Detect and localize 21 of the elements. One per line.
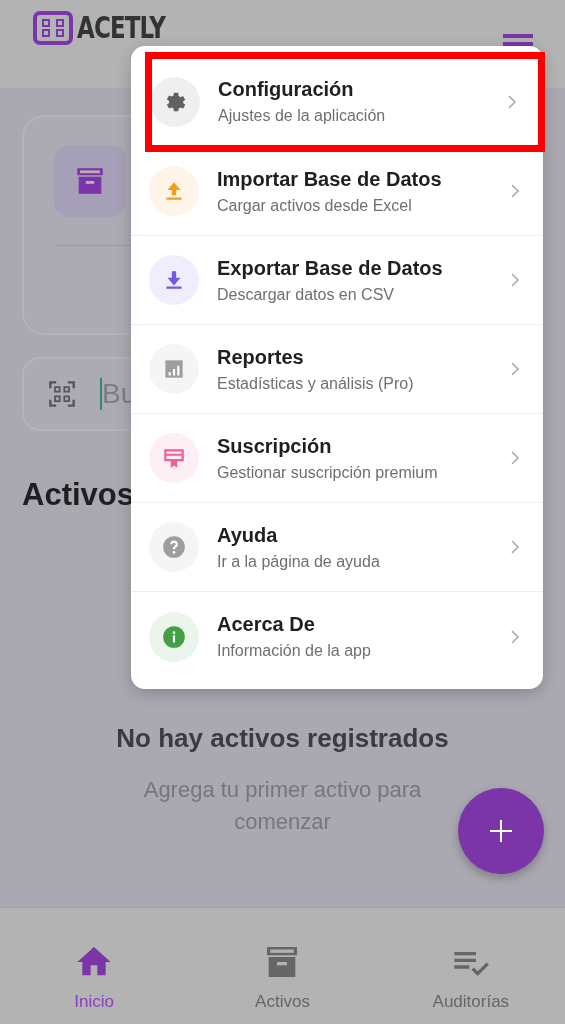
plus-icon <box>488 818 514 844</box>
chevron-icon <box>509 450 521 466</box>
logo-icon <box>33 10 73 45</box>
empty-title: No hay activos registrados <box>116 723 449 754</box>
archive-icon <box>54 145 126 217</box>
chevron-icon <box>509 361 521 377</box>
menu-item[interactable]: Configuración Ajustes de la aplicación <box>150 57 540 147</box>
menu-item[interactable]: Importar Base de Datos Cargar activos desde Excel <box>131 147 543 236</box>
menu-item[interactable]: Exportar Base de Datos Descargar datos en CSV <box>131 236 543 325</box>
app-logo: ACETLY <box>77 10 166 45</box>
chevron-icon <box>509 272 521 288</box>
chevron-icon <box>509 183 521 199</box>
chevron-icon <box>509 628 521 645</box>
menu-item[interactable]: Acerca De Información de la app <box>131 592 543 681</box>
scan-icon <box>48 380 76 408</box>
add-button[interactable] <box>458 788 544 874</box>
menu-item[interactable]: Suscripción Gestionar suscripción premium <box>131 414 543 503</box>
chevron-icon <box>509 539 521 555</box>
menu-item[interactable]: Reportes Estadísticas y análisis (Pro) <box>131 325 543 414</box>
chevron-icon <box>506 93 518 110</box>
menu-item[interactable]: Ayuda Ir a la página de ayuda <box>131 503 543 592</box>
